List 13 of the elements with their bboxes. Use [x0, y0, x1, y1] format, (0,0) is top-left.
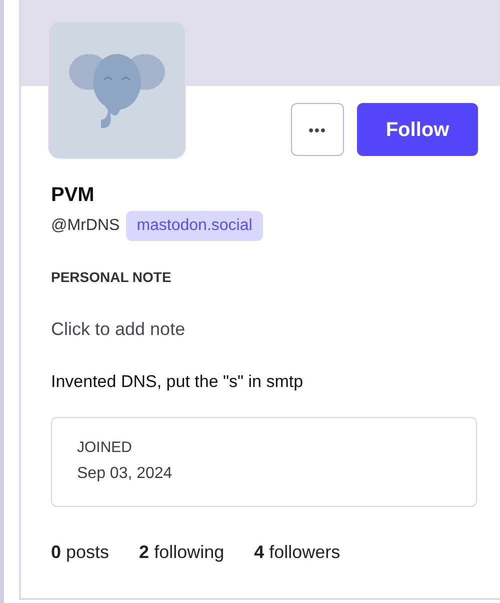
more-button[interactable]: ••• — [291, 103, 344, 156]
username: @MrDNS — [51, 216, 120, 236]
stat-count[interactable]: 2 following — [139, 538, 224, 566]
stat-count[interactable]: 0 posts — [51, 538, 110, 566]
display-name: PVM — [51, 183, 96, 208]
note-field[interactable]: Click to add note — [51, 316, 351, 343]
server-tag: mastodon.social — [126, 211, 264, 241]
section-label: PERSONAL NOTE — [51, 268, 172, 287]
stat-count[interactable]: 4 followers — [254, 538, 340, 566]
joined-label: JOINED — [77, 438, 134, 458]
bio-text: Invented DNS, put the "s" in smtp — [51, 371, 304, 393]
follow-button[interactable]: Follow — [357, 103, 478, 156]
joined-date: Sep 03, 2024 — [77, 464, 174, 484]
